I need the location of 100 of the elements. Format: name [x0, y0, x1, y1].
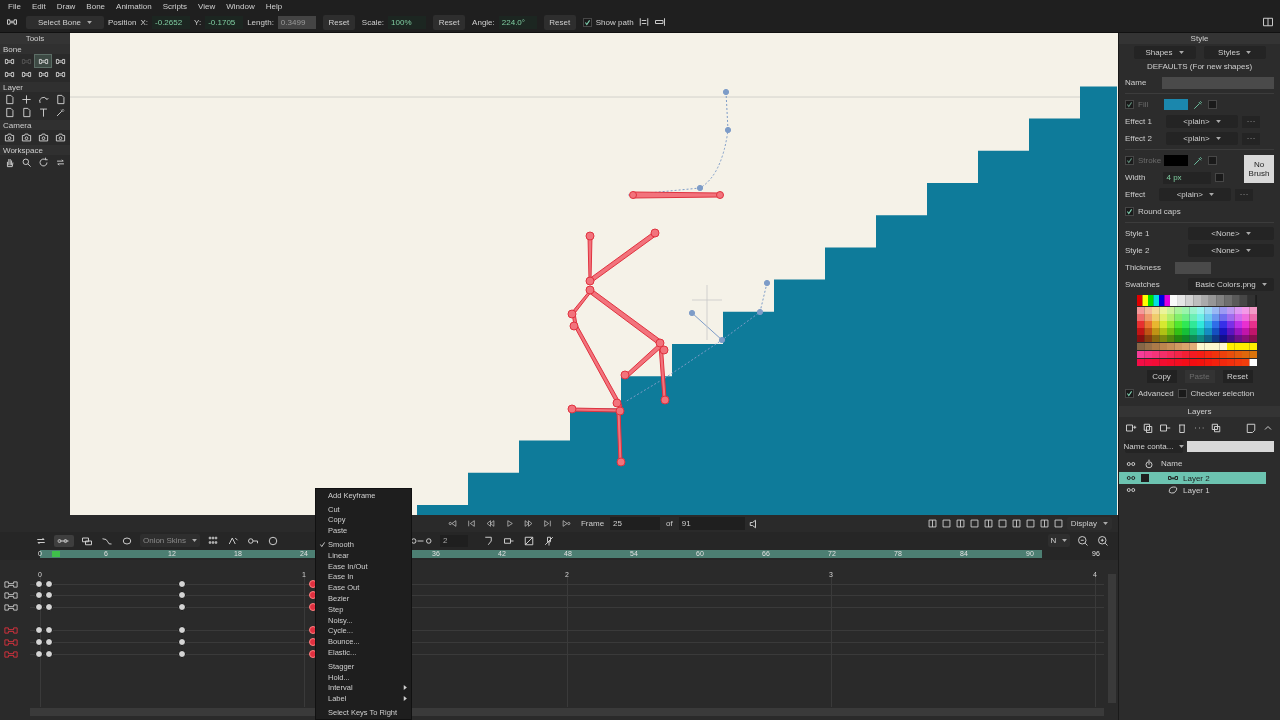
view-option-icon[interactable]: [1038, 518, 1050, 529]
swatch-palette[interactable]: [1137, 295, 1257, 366]
checkbox[interactable]: [582, 17, 592, 27]
check-icon: [318, 541, 326, 549]
width-field[interactable]: 4 px: [1163, 171, 1212, 184]
advanced-checkbox[interactable]: [1125, 389, 1134, 398]
reset-button[interactable]: Reset: [433, 14, 466, 30]
scrollbar[interactable]: [30, 708, 1104, 716]
stroke-color-swatch[interactable]: [1164, 155, 1188, 166]
width-label: Width: [1125, 173, 1146, 182]
eyedropper-icon[interactable]: [1192, 98, 1204, 111]
view-option-icon[interactable]: [954, 518, 966, 529]
reset-button[interactable]: Reset: [322, 14, 355, 30]
frame-ruler[interactable]: [40, 550, 1042, 558]
layer-row[interactable]: Layer 2: [1119, 472, 1266, 484]
fill-checkbox[interactable]: [1125, 100, 1134, 109]
palette-button[interactable]: Reset: [1222, 370, 1253, 383]
checker-selection-checkbox[interactable]: [1177, 389, 1187, 398]
zoom-in-icon[interactable]: [1096, 534, 1110, 547]
menu-item[interactable]: Edit: [27, 1, 53, 11]
eyedropper-icon[interactable]: [1192, 154, 1204, 167]
thickness-field[interactable]: [1175, 261, 1211, 274]
round-caps-checkbox[interactable]: [1125, 207, 1134, 216]
zoom-out-icon[interactable]: [1076, 534, 1090, 547]
eyedropper-icon: [54, 106, 66, 118]
onion-skins-dropdown[interactable]: Onion Skins: [140, 534, 200, 547]
filter-field[interactable]: [1187, 441, 1274, 452]
tool-button[interactable]: [35, 55, 51, 67]
channel-filter-dropdown[interactable]: N: [1048, 534, 1070, 547]
menu-item[interactable]: File: [4, 1, 28, 11]
view-option-icon[interactable]: [926, 518, 938, 529]
no-pin-icon[interactable]: [542, 534, 556, 547]
value-field[interactable]: 224.0°: [498, 15, 537, 29]
view-option-icon[interactable]: [982, 518, 994, 529]
panel-title: Layers: [1119, 406, 1280, 417]
bone-length-icon[interactable]: [637, 16, 650, 28]
styles-dropdown[interactable]: Styles: [1203, 46, 1266, 59]
new-layer-icon[interactable]: [1125, 421, 1137, 434]
interval-field[interactable]: 2: [440, 534, 468, 547]
effect-dropdown[interactable]: <plain>: [1166, 132, 1238, 145]
menu-item[interactable]: Animation: [112, 1, 159, 11]
onion-icon[interactable]: [120, 534, 134, 547]
bone-chain-drawing[interactable]: [624, 88, 771, 403]
view-option-icon[interactable]: [1052, 518, 1064, 529]
checkbox[interactable]: [1208, 156, 1217, 165]
layer-row[interactable]: Layer 1: [1119, 484, 1266, 496]
menu-item[interactable]: Bone: [82, 1, 113, 11]
display-dropdown[interactable]: Display: [1066, 517, 1112, 530]
checkbox[interactable]: [1215, 173, 1225, 182]
import-icon[interactable]: [1159, 421, 1171, 434]
name-field[interactable]: [1162, 76, 1274, 89]
delete-icon[interactable]: [1176, 421, 1188, 434]
view-option-icon[interactable]: [1010, 518, 1022, 529]
caret-icon: [192, 539, 198, 542]
bone-scale-icon[interactable]: [653, 16, 666, 28]
frame-field[interactable]: 25: [610, 517, 661, 530]
checkbox[interactable]: [1208, 100, 1217, 109]
view-option-icon[interactable]: [940, 518, 952, 529]
plus-icon: [20, 93, 32, 105]
last-frame-icon: [543, 519, 553, 528]
effect-dropdown[interactable]: <plain>: [1159, 188, 1232, 201]
shapes-dropdown[interactable]: Shapes: [1133, 46, 1196, 59]
no-brush-button[interactable]: No Brush: [1244, 155, 1274, 183]
bone-toggle-icon[interactable]: [54, 534, 74, 547]
panel-toggle-icon[interactable]: [1262, 16, 1274, 28]
menu-item[interactable]: Window: [222, 1, 262, 11]
no-image-icon[interactable]: [522, 534, 536, 547]
style-dropdown[interactable]: <None>: [1188, 244, 1274, 257]
view-option-icon[interactable]: [968, 518, 980, 529]
value-field[interactable]: -0.2652: [152, 15, 191, 29]
swatches-dropdown[interactable]: Basic Colors.png: [1188, 278, 1274, 291]
view-option-icon[interactable]: [1024, 518, 1036, 529]
menu-item[interactable]: Draw: [52, 1, 83, 11]
menu-item[interactable]: Help: [261, 1, 290, 11]
fill-color-swatch[interactable]: [1164, 99, 1188, 110]
duplicate-icon[interactable]: [1142, 421, 1154, 434]
palette-button[interactable]: Copy: [1146, 370, 1177, 383]
effect-dropdown[interactable]: <plain>: [1166, 115, 1238, 128]
effect-label: Effect: [1125, 190, 1146, 199]
style-dropdown[interactable]: <None>: [1188, 227, 1274, 240]
reset-button[interactable]: Reset: [543, 14, 576, 30]
stroke-checkbox[interactable]: [1125, 156, 1134, 165]
menu-item[interactable]: View: [194, 1, 223, 11]
view-option-icon[interactable]: [996, 518, 1008, 529]
group-icon[interactable]: [1210, 421, 1222, 434]
layer-color-swatch[interactable]: [1141, 474, 1149, 482]
layer-settings-icon[interactable]: [1245, 421, 1257, 434]
tool-dropdown[interactable]: Select Bone: [26, 15, 104, 29]
value-field[interactable]: -0.1705: [205, 15, 244, 29]
caret-icon: [1178, 51, 1184, 54]
camera-icon: [3, 131, 15, 143]
bone-rig-drawing[interactable]: [567, 191, 724, 467]
layers-icon[interactable]: [80, 534, 94, 547]
menu-item[interactable]: Scripts: [158, 1, 195, 11]
field-label: Angle:: [472, 17, 495, 27]
filter-dropdown[interactable]: Name conta...: [1125, 440, 1183, 453]
value-field[interactable]: 100%: [388, 15, 427, 29]
grid-icon[interactable]: [206, 534, 220, 547]
drawing-canvas[interactable]: [70, 33, 1118, 515]
record-icon[interactable]: [266, 534, 280, 547]
